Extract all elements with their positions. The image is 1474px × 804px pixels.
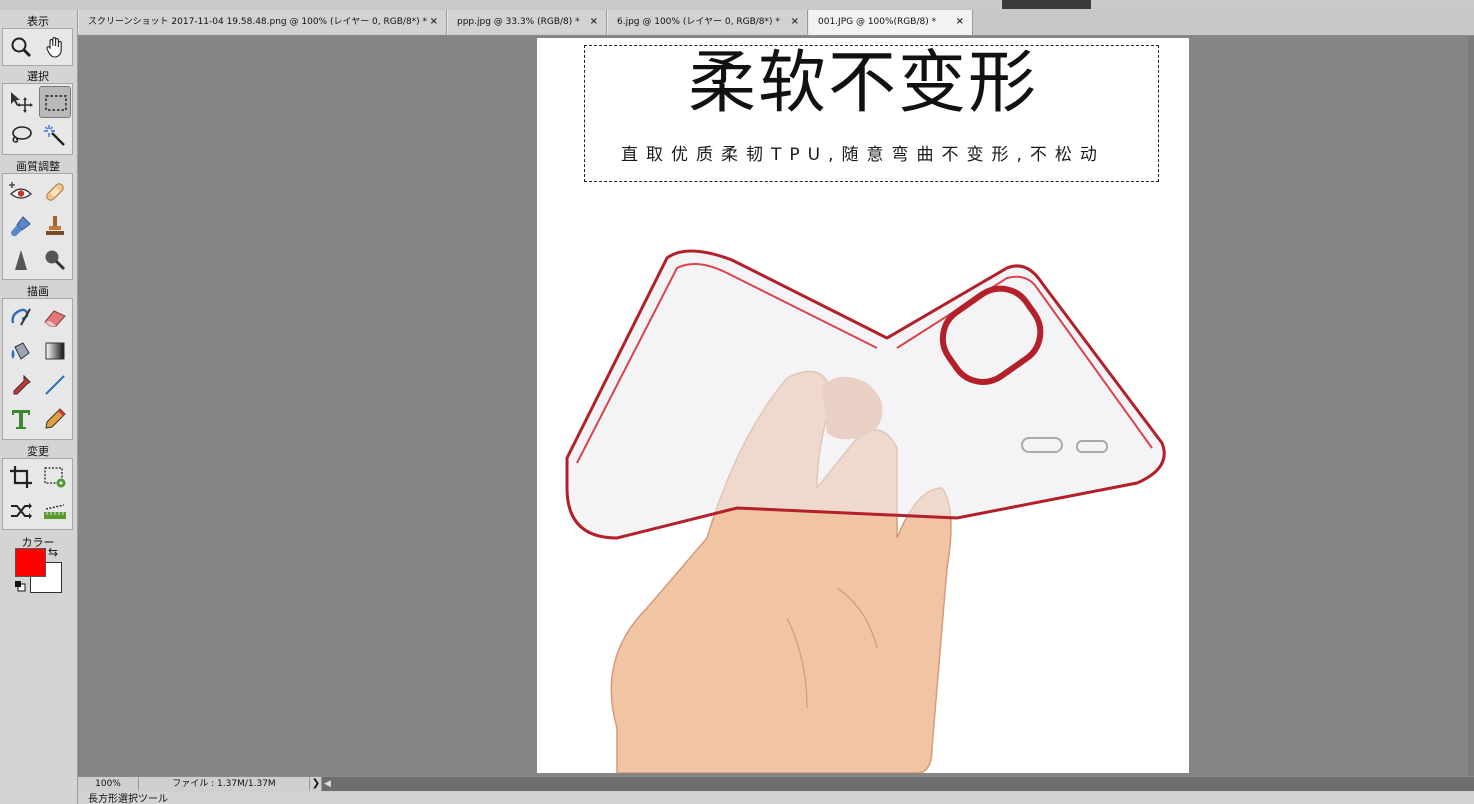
smart-brush-tool[interactable] [5, 210, 37, 242]
file-size-info[interactable]: ファイル : 1.37M/1.37M [139, 777, 310, 791]
document-canvas[interactable]: 柔软不变形 直取优质柔韧TPU,随意弯曲不变形,不松动 [537, 38, 1189, 773]
section-label-select: 選択 [27, 70, 49, 83]
tool-group-draw [2, 298, 73, 440]
line-tool[interactable] [39, 369, 71, 401]
red-eye-icon [9, 182, 32, 199]
tool-group-select [2, 83, 73, 155]
hand-icon [46, 37, 62, 58]
crop-tool[interactable] [5, 461, 37, 493]
move-icon [11, 92, 33, 113]
toolbox-panel: 表示 選択 画質調整 描画 変更 カラー [0, 10, 78, 804]
paint-bucket-tool[interactable] [5, 335, 37, 367]
lasso-icon [12, 126, 32, 143]
zoom-level-field[interactable]: 100% [78, 777, 139, 791]
brush-icon [11, 308, 31, 326]
line-icon [45, 375, 65, 395]
default-colors-icon[interactable] [14, 580, 26, 592]
window-top-strip [0, 0, 1474, 10]
crop-icon [10, 466, 32, 488]
healing-brush-icon [46, 183, 64, 201]
tool-group-view [2, 28, 73, 66]
pencil-tool[interactable] [39, 403, 71, 435]
eyedropper-tool[interactable] [5, 369, 37, 401]
type-icon [12, 410, 30, 429]
move-tool[interactable] [5, 86, 37, 118]
clone-stamp-tool[interactable] [39, 210, 71, 242]
eraser-icon [44, 310, 66, 327]
rectangular-marquee-icon [45, 95, 67, 111]
tab-screenshot-png[interactable]: スクリーンショット 2017-11-04 19.58.48.png @ 100%… [78, 10, 447, 34]
gradient-tool[interactable] [39, 335, 71, 367]
status-bar: 100% ファイル : 1.37M/1.37M ❯ ◀ [78, 776, 1474, 792]
section-label-view: 表示 [27, 15, 49, 28]
hand-tool[interactable] [39, 31, 71, 63]
tab-label: 001.JPG @ 100%(RGB/8) * [818, 17, 937, 27]
document-tab-bar: スクリーンショット 2017-11-04 19.58.48.png @ 100%… [78, 10, 1474, 36]
marquee-selection [584, 45, 1159, 182]
pencil-icon [45, 408, 66, 429]
lasso-tool[interactable] [5, 120, 37, 152]
close-icon[interactable]: × [791, 10, 799, 34]
close-icon[interactable]: × [956, 10, 964, 34]
paint-bucket-icon [11, 342, 30, 360]
zoom-tool[interactable] [5, 31, 37, 63]
magic-wand-icon [44, 125, 65, 146]
blur-tool[interactable] [5, 244, 37, 276]
status-menu-arrow-icon[interactable]: ❯ [311, 777, 322, 791]
clone-stamp-icon [46, 216, 64, 235]
red-eye-tool[interactable] [5, 176, 37, 208]
gradient-icon [45, 342, 65, 360]
tool-group-enhance [2, 173, 73, 280]
eyedropper-icon [13, 374, 31, 395]
tab-label: ppp.jpg @ 33.3% (RGB/8) * [457, 17, 580, 27]
content-aware-move-tool[interactable] [5, 495, 37, 527]
recompose-tool[interactable] [39, 461, 71, 493]
close-icon[interactable]: × [430, 10, 438, 34]
foreground-color-swatch[interactable] [15, 548, 46, 577]
eraser-tool[interactable] [39, 301, 71, 333]
healing-brush-tool[interactable] [39, 176, 71, 208]
tab-001-jpg[interactable]: 001.JPG @ 100%(RGB/8) * × [808, 10, 973, 35]
top-strip-dark-block [1002, 0, 1091, 9]
product-photo [565, 249, 1166, 773]
swap-colors-icon[interactable]: ⇆ [48, 546, 58, 558]
rectangular-marquee-tool[interactable] [39, 86, 71, 118]
sponge-tool[interactable] [39, 244, 71, 276]
horizontal-scrollbar[interactable] [322, 777, 1474, 791]
section-label-draw: 描画 [27, 285, 49, 298]
scroll-left-icon[interactable]: ◀ [324, 777, 331, 791]
magic-wand-tool[interactable] [39, 120, 71, 152]
tab-ppp-jpg[interactable]: ppp.jpg @ 33.3% (RGB/8) * × [447, 10, 607, 34]
sponge-icon [45, 250, 66, 271]
zoom-icon [11, 37, 32, 58]
vertical-scrollbar[interactable] [1468, 36, 1474, 776]
straighten-tool[interactable] [39, 495, 71, 527]
smart-brush-icon [11, 216, 31, 237]
straighten-icon [44, 504, 66, 519]
tab-label: 6.jpg @ 100% (レイヤー 0, RGB/8*) * [617, 17, 780, 27]
tool-hint-bar: 長方形選択ツール [78, 792, 1474, 804]
blur-icon [15, 250, 27, 270]
type-tool[interactable] [5, 403, 37, 435]
tab-6-jpg[interactable]: 6.jpg @ 100% (レイヤー 0, RGB/8*) * × [607, 10, 808, 34]
tab-label: スクリーンショット 2017-11-04 19.58.48.png @ 100%… [88, 17, 428, 27]
content-aware-move-icon [11, 503, 32, 519]
recompose-icon [44, 467, 66, 488]
close-icon[interactable]: × [590, 10, 598, 34]
brush-tool[interactable] [5, 301, 37, 333]
section-label-enhance: 画質調整 [16, 160, 60, 173]
section-label-modify: 変更 [27, 445, 49, 458]
tool-group-modify [2, 458, 73, 530]
